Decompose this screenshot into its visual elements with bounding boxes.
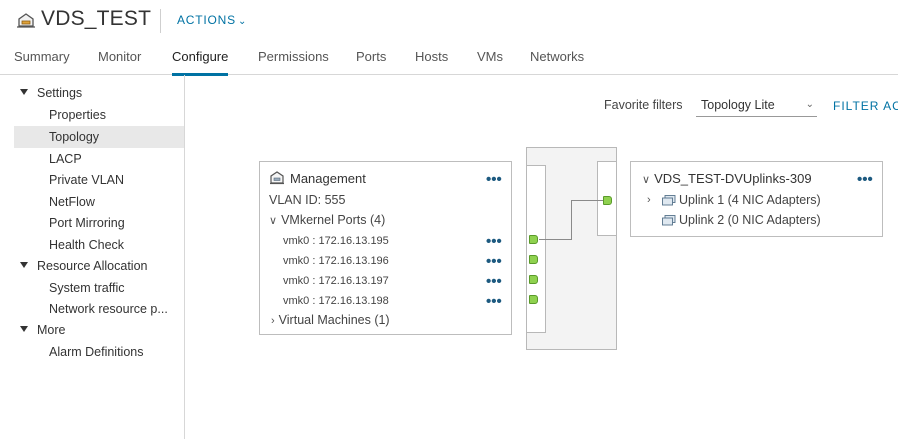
sidebar-item-private-vlan[interactable]: Private VLAN (14, 169, 184, 191)
page-title: VDS_TEST (41, 7, 152, 30)
vmk-port-more-button[interactable]: ••• (486, 234, 502, 249)
switch-port-icon[interactable] (529, 255, 538, 264)
sidebar-item-alarm-definitions[interactable]: Alarm Definitions (14, 341, 184, 363)
vmk-port-row: vmk0 : 172.16.13.197 (283, 275, 389, 287)
tab-permissions[interactable]: Permissions (258, 49, 329, 64)
uplink-port-icon[interactable] (603, 196, 612, 205)
virtual-machines-toggle[interactable]: › Virtual Machines (1) (271, 313, 390, 327)
vmkernel-ports-label: VMkernel Ports (4) (281, 213, 386, 227)
nav-section-more[interactable]: More (20, 323, 65, 337)
chevron-down-icon: ⌄ (805, 99, 814, 110)
tab-summary[interactable]: Summary (14, 49, 70, 64)
nav-section-label: Settings (37, 86, 83, 100)
distributed-switch-icon (17, 13, 35, 28)
uplink-item[interactable]: Uplink 2 (0 NIC Adapters) (679, 213, 821, 227)
vlan-id-label: VLAN ID: 555 (269, 193, 346, 207)
nic-adapter-icon (662, 195, 676, 206)
favorite-filters-label: Favorite filters (604, 98, 683, 112)
chevron-down-icon: ∨ (642, 174, 651, 186)
chevron-down-icon: ⌄ (237, 16, 248, 27)
nav-section-label: More (37, 323, 66, 337)
topology-panel: Favorite filters Topology Lite ⌄ FILTER … (186, 75, 898, 439)
caret-down-icon (20, 262, 28, 268)
portgroup-card: Management ••• VLAN ID: 555 ∨ VMkernel Po… (259, 161, 512, 335)
vmk-port-more-button[interactable]: ••• (486, 274, 502, 289)
portgroup-title: Management (290, 171, 366, 186)
chevron-right-icon: › (271, 315, 275, 327)
sidebar-item-port-mirroring[interactable]: Port Mirroring (14, 212, 184, 234)
caret-down-icon (20, 326, 28, 332)
sidebar-item-properties[interactable]: Properties (14, 104, 184, 126)
tab-bar: Summary Monitor Configure Permissions Po… (0, 40, 898, 76)
sidebar-item-health-check[interactable]: Health Check (14, 234, 184, 256)
nav-section-settings[interactable]: Settings (20, 86, 82, 100)
sidebar-item-lacp[interactable]: LACP (14, 148, 184, 170)
tab-hosts[interactable]: Hosts (415, 49, 448, 64)
favorite-filters-value: Topology Lite (701, 98, 775, 112)
vmk-port-more-button[interactable]: ••• (486, 294, 502, 309)
header-divider (160, 9, 161, 33)
switch-port-icon[interactable] (529, 275, 538, 284)
switch-port-icon[interactable] (529, 235, 538, 244)
chevron-down-icon: ∨ (269, 215, 278, 227)
vmk-port-more-button[interactable]: ••• (486, 254, 502, 269)
actions-menu-button[interactable]: ACTIONS ⌄ (177, 13, 247, 27)
sidebar-item-netflow[interactable]: NetFlow (14, 191, 184, 213)
sidebar-item-network-resource-pools[interactable]: Network resource p... (14, 298, 184, 320)
connection-line (571, 200, 603, 201)
vmk-port-row: vmk0 : 172.16.13.196 (283, 255, 389, 267)
uplinks-more-button[interactable]: ••• (857, 172, 873, 187)
vmk-port-row: vmk0 : 172.16.13.195 (283, 235, 389, 247)
switch-port-icon[interactable] (529, 295, 538, 304)
uplinks-title: VDS_TEST-DVUplinks-309 (654, 171, 812, 186)
connection-line (539, 239, 571, 240)
nav-section-resource-allocation[interactable]: Resource Allocation (20, 259, 147, 273)
caret-down-icon (20, 89, 28, 95)
tab-monitor[interactable]: Monitor (98, 49, 141, 64)
configure-sidebar: Settings Properties Topology LACP Privat… (0, 75, 185, 439)
tab-vms[interactable]: VMs (477, 49, 503, 64)
tab-ports[interactable]: Ports (356, 49, 386, 64)
portgroup-more-button[interactable]: ••• (486, 172, 502, 187)
virtual-machines-label: Virtual Machines (1) (278, 313, 390, 327)
tab-networks[interactable]: Networks (530, 49, 584, 64)
switch-portgroup-side (526, 165, 546, 333)
tab-configure[interactable]: Configure (172, 49, 229, 76)
nic-adapter-icon (662, 215, 676, 226)
object-header: VDS_TEST ACTIONS ⌄ (0, 0, 898, 40)
uplinks-card: ∨ VDS_TEST-DVUplinks-309 ••• › Uplink 1 (… (630, 161, 883, 237)
sidebar-item-system-traffic[interactable]: System traffic (14, 277, 184, 299)
nav-section-label: Resource Allocation (37, 259, 148, 273)
vmkernel-ports-toggle[interactable]: ∨ VMkernel Ports (4) (269, 213, 385, 227)
sidebar-item-topology[interactable]: Topology (14, 126, 184, 148)
uplinks-toggle[interactable]: ∨ VDS_TEST-DVUplinks-309 (642, 171, 812, 186)
actions-label: ACTIONS (177, 13, 236, 27)
portgroup-icon (270, 171, 284, 185)
uplink-item[interactable]: Uplink 1 (4 NIC Adapters) (679, 193, 821, 207)
vmk-port-row: vmk0 : 172.16.13.198 (283, 295, 389, 307)
chevron-right-icon[interactable]: › (647, 194, 651, 206)
filter-actions-button[interactable]: FILTER AC (833, 99, 898, 113)
connection-line (571, 200, 572, 240)
favorite-filters-select[interactable]: Topology Lite ⌄ (696, 95, 817, 117)
